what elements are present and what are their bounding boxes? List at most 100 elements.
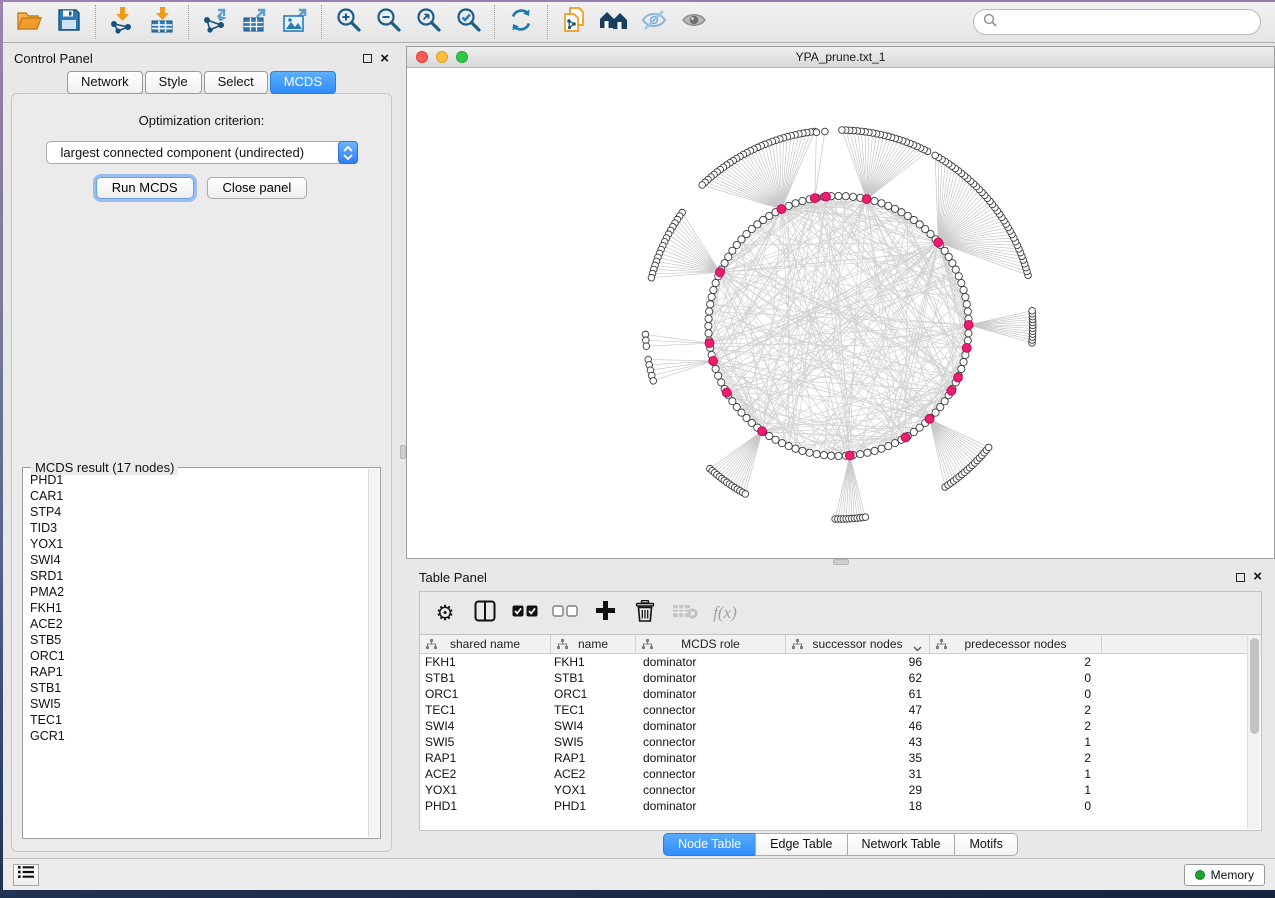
- memory-button[interactable]: Memory: [1184, 864, 1265, 886]
- column-header-successor-nodes[interactable]: successor nodes: [786, 635, 930, 653]
- table-cell[interactable]: 2: [930, 718, 1102, 734]
- table-cell[interactable]: 1: [930, 782, 1102, 798]
- table-cell[interactable]: 96: [786, 654, 930, 670]
- table-cell[interactable]: 61: [786, 686, 930, 702]
- save-session-button[interactable]: [49, 5, 89, 39]
- table-cell[interactable]: 1: [930, 734, 1102, 750]
- table-cell[interactable]: 2: [930, 750, 1102, 766]
- table-cell[interactable]: dominator: [636, 670, 786, 686]
- table-cell[interactable]: YOX1: [420, 782, 551, 798]
- tab-style[interactable]: Style: [145, 71, 202, 94]
- table-cell[interactable]: TEC1: [420, 702, 551, 718]
- table-row[interactable]: ORC1ORC1dominator610: [420, 686, 1261, 702]
- import-network-button[interactable]: [102, 5, 142, 39]
- search-box[interactable]: [973, 9, 1261, 35]
- zoom-in-button[interactable]: [328, 5, 368, 39]
- mcds-result-item[interactable]: ACE2: [28, 616, 367, 632]
- task-history-button[interactable]: [13, 864, 39, 886]
- close-window-icon[interactable]: [416, 51, 428, 63]
- delete-column-button[interactable]: [630, 598, 660, 628]
- tab-select[interactable]: Select: [204, 71, 268, 94]
- float-panel-icon[interactable]: [363, 54, 372, 63]
- table-settings-button[interactable]: ⚙: [430, 598, 460, 628]
- delete-table-button[interactable]: [670, 598, 700, 628]
- column-header-MCDS-role[interactable]: MCDS role: [636, 635, 786, 653]
- table-cell[interactable]: 0: [930, 686, 1102, 702]
- table-row[interactable]: TEC1TEC1connector472: [420, 702, 1261, 718]
- table-cell[interactable]: 43: [786, 734, 930, 750]
- table-row[interactable]: SWI5SWI5connector431: [420, 734, 1261, 750]
- table-row[interactable]: FKH1FKH1dominator962: [420, 654, 1261, 670]
- tab-mcds[interactable]: MCDS: [270, 71, 336, 94]
- tab-motifs[interactable]: Motifs: [954, 833, 1017, 856]
- table-cell[interactable]: connector: [636, 766, 786, 782]
- column-header-predecessor-nodes[interactable]: predecessor nodes: [930, 635, 1102, 653]
- mcds-result-item[interactable]: YOX1: [28, 536, 367, 552]
- table-cell[interactable]: STB1: [551, 670, 636, 686]
- search-input[interactable]: [1003, 15, 1251, 30]
- table-cell[interactable]: FKH1: [551, 654, 636, 670]
- table-cell[interactable]: RAP1: [420, 750, 551, 766]
- table-cell[interactable]: 47: [786, 702, 930, 718]
- mcds-result-item[interactable]: GCR1: [28, 728, 367, 744]
- network-window-titlebar[interactable]: YPA_prune.txt_1: [407, 47, 1274, 68]
- table-cell[interactable]: SWI5: [551, 734, 636, 750]
- table-scrollbar[interactable]: [1247, 636, 1260, 829]
- column-header-name[interactable]: name: [551, 635, 636, 653]
- table-cell[interactable]: 1: [930, 766, 1102, 782]
- table-cell[interactable]: 35: [786, 750, 930, 766]
- create-column-button[interactable]: [590, 598, 620, 628]
- table-cell[interactable]: YOX1: [551, 782, 636, 798]
- mcds-result-item[interactable]: STP4: [28, 504, 367, 520]
- table-cell[interactable]: STB1: [420, 670, 551, 686]
- hide-selected-button[interactable]: [634, 5, 674, 39]
- table-cell[interactable]: dominator: [636, 750, 786, 766]
- zoom-fit-button[interactable]: [408, 5, 448, 39]
- criterion-dropdown[interactable]: largest connected component (undirected): [46, 141, 358, 164]
- mcds-list-scrollbar[interactable]: [368, 469, 379, 837]
- table-cell[interactable]: dominator: [636, 718, 786, 734]
- mcds-result-item[interactable]: STB5: [28, 632, 367, 648]
- table-cell[interactable]: 46: [786, 718, 930, 734]
- vertical-split-divider[interactable]: [400, 43, 406, 858]
- table-cell[interactable]: 31: [786, 766, 930, 782]
- close-panel-icon[interactable]: ×: [380, 54, 389, 64]
- table-cell[interactable]: 62: [786, 670, 930, 686]
- refresh-button[interactable]: [501, 5, 541, 39]
- show-columns-button[interactable]: [470, 598, 500, 628]
- table-cell[interactable]: 2: [930, 702, 1102, 718]
- table-row[interactable]: STB1STB1dominator620: [420, 670, 1261, 686]
- show-all-button[interactable]: [674, 5, 714, 39]
- table-cell[interactable]: ACE2: [420, 766, 551, 782]
- clone-network-button[interactable]: [554, 5, 594, 39]
- mcds-result-item[interactable]: TID3: [28, 520, 367, 536]
- mcds-result-item[interactable]: SWI4: [28, 552, 367, 568]
- mcds-result-item[interactable]: ORC1: [28, 648, 367, 664]
- mcds-result-list[interactable]: PHD1CAR1STP4TID3YOX1SWI4SRD1PMA2FKH1ACE2…: [28, 472, 367, 836]
- zoom-out-button[interactable]: [368, 5, 408, 39]
- table-cell[interactable]: FKH1: [420, 654, 551, 670]
- export-network-button[interactable]: [195, 5, 235, 39]
- tab-edge-table[interactable]: Edge Table: [755, 833, 847, 856]
- divider-grip[interactable]: [400, 445, 406, 459]
- export-table-button[interactable]: [235, 5, 275, 39]
- maximize-window-icon[interactable]: [456, 51, 468, 63]
- table-row[interactable]: SWI4SWI4dominator462: [420, 718, 1261, 734]
- minimize-window-icon[interactable]: [436, 51, 448, 63]
- table-row[interactable]: PHD1PHD1dominator180: [420, 798, 1261, 814]
- table-cell[interactable]: dominator: [636, 798, 786, 814]
- mcds-result-item[interactable]: PHD1: [28, 472, 367, 488]
- function-builder-button[interactable]: f(x): [710, 598, 740, 628]
- table-cell[interactable]: ACE2: [551, 766, 636, 782]
- tab-network[interactable]: Network: [67, 71, 143, 94]
- table-scrollbar-thumb[interactable]: [1250, 638, 1259, 734]
- mcds-result-item[interactable]: RAP1: [28, 664, 367, 680]
- table-cell[interactable]: PHD1: [420, 798, 551, 814]
- export-image-button[interactable]: [275, 5, 315, 39]
- mcds-result-item[interactable]: SRD1: [28, 568, 367, 584]
- table-cell[interactable]: SWI4: [420, 718, 551, 734]
- zoom-selected-button[interactable]: [448, 5, 488, 39]
- float-panel-icon[interactable]: [1236, 573, 1245, 582]
- table-row[interactable]: RAP1RAP1dominator352: [420, 750, 1261, 766]
- table-cell[interactable]: 18: [786, 798, 930, 814]
